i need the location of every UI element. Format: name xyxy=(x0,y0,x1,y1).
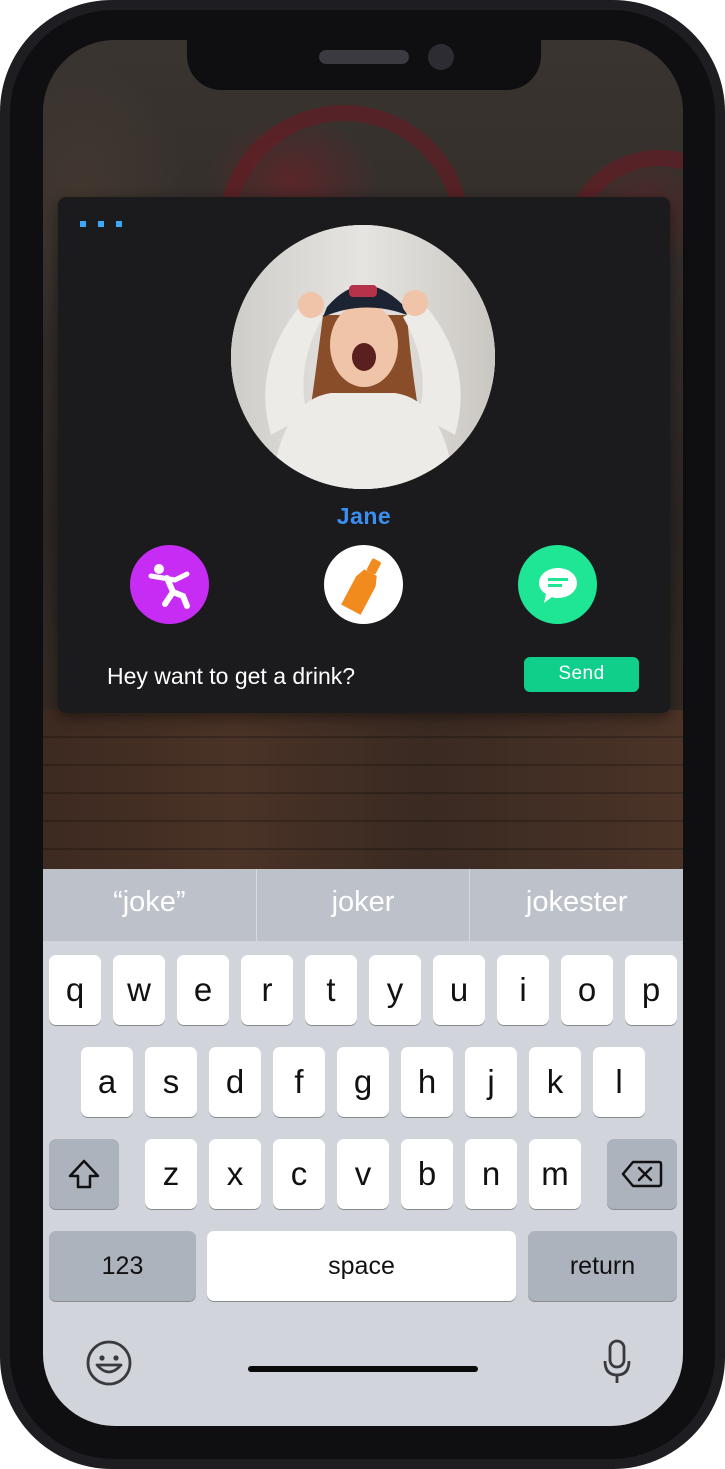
key-h[interactable]: h xyxy=(401,1047,453,1117)
more-options-icon[interactable] xyxy=(80,221,122,227)
key-s[interactable]: s xyxy=(145,1047,197,1117)
prediction-bar: “joke” joker jokester xyxy=(43,869,683,941)
key-n[interactable]: n xyxy=(465,1139,517,1209)
profile-card: Jane Hey want to get a drink? Send xyxy=(58,197,670,713)
backspace-icon xyxy=(621,1160,663,1188)
key-g[interactable]: g xyxy=(337,1047,389,1117)
key-f[interactable]: f xyxy=(273,1047,325,1117)
shift-key[interactable] xyxy=(49,1139,119,1209)
notch xyxy=(187,40,541,90)
chat-bubble-icon xyxy=(538,567,577,603)
key-q[interactable]: q xyxy=(49,955,101,1025)
key-u[interactable]: u xyxy=(433,955,485,1025)
avatar-photo xyxy=(231,225,495,489)
key-m[interactable]: m xyxy=(529,1139,581,1209)
speaker xyxy=(319,50,409,64)
emoji-icon[interactable] xyxy=(85,1339,133,1387)
key-l[interactable]: l xyxy=(593,1047,645,1117)
front-camera xyxy=(428,44,454,70)
key-a[interactable]: a xyxy=(81,1047,133,1117)
key-v[interactable]: v xyxy=(337,1139,389,1209)
key-b[interactable]: b xyxy=(401,1139,453,1209)
profile-name: Jane xyxy=(336,503,392,529)
key-j[interactable]: j xyxy=(465,1047,517,1117)
key-x[interactable]: x xyxy=(209,1139,261,1209)
key-i[interactable]: i xyxy=(497,955,549,1025)
key-y[interactable]: y xyxy=(369,955,421,1025)
drink-button[interactable] xyxy=(324,545,403,624)
bottle-icon xyxy=(340,558,381,615)
key-o[interactable]: o xyxy=(561,955,613,1025)
avatar xyxy=(231,225,495,489)
return-key[interactable]: return xyxy=(528,1231,677,1301)
key-w[interactable]: w xyxy=(113,955,165,1025)
keyboard: “joke” joker jokester q w e r t y u i o … xyxy=(43,869,683,1426)
suggestion-1[interactable]: “joke” xyxy=(43,869,256,941)
delete-key[interactable] xyxy=(607,1139,677,1209)
key-d[interactable]: d xyxy=(209,1047,261,1117)
key-r[interactable]: r xyxy=(241,955,293,1025)
numbers-key[interactable]: 123 xyxy=(49,1231,196,1301)
suggestion-2[interactable]: joker xyxy=(255,869,470,941)
dance-button[interactable] xyxy=(130,545,209,624)
shift-icon xyxy=(68,1159,100,1189)
space-key[interactable]: space xyxy=(207,1231,516,1301)
key-k[interactable]: k xyxy=(529,1047,581,1117)
key-e[interactable]: e xyxy=(177,955,229,1025)
home-indicator xyxy=(248,1366,478,1372)
dancer-icon xyxy=(148,563,190,609)
key-t[interactable]: t xyxy=(305,955,357,1025)
key-c[interactable]: c xyxy=(273,1139,325,1209)
key-z[interactable]: z xyxy=(145,1139,197,1209)
send-button[interactable]: Send xyxy=(524,657,639,692)
chat-button[interactable] xyxy=(518,545,597,624)
message-text[interactable]: Hey want to get a drink? xyxy=(107,663,355,690)
key-p[interactable]: p xyxy=(625,955,677,1025)
suggestion-3[interactable]: jokester xyxy=(469,869,683,941)
microphone-icon[interactable] xyxy=(602,1339,632,1387)
